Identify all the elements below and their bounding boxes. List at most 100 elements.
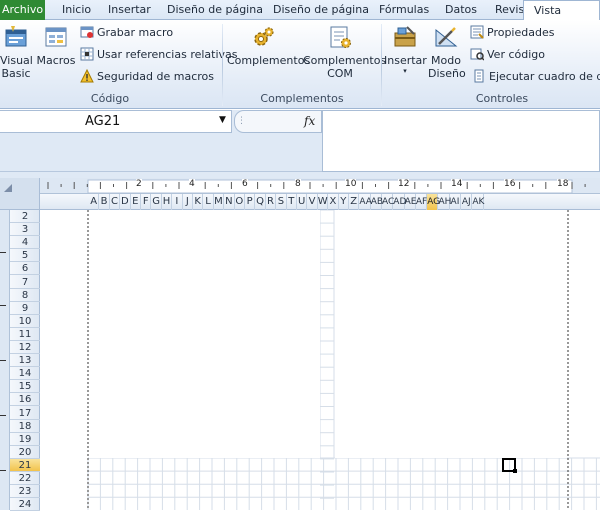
row-header-12[interactable]: 12 — [10, 341, 40, 354]
row-header-6[interactable]: 6 — [10, 262, 40, 276]
design-mode-button[interactable]: Modo Diseño — [428, 24, 466, 80]
addins-button[interactable]: Complementos — [227, 24, 310, 67]
column-header-h[interactable]: H — [162, 194, 173, 210]
column-header-d[interactable]: D — [120, 194, 131, 210]
column-header-t[interactable]: T — [287, 194, 297, 210]
column-header-ag[interactable]: AG — [427, 194, 440, 210]
column-header-p[interactable]: P — [245, 194, 256, 210]
row-header-5[interactable]: 5 — [10, 249, 40, 263]
column-header-af[interactable]: AF — [416, 194, 427, 210]
tab-view[interactable]: Vista — [523, 0, 600, 21]
vertical-ruler-tick — [0, 470, 6, 471]
toolbox-icon — [392, 24, 418, 50]
column-header-ah[interactable]: AH — [439, 194, 451, 210]
column-header-u[interactable]: U — [297, 194, 308, 210]
row-header-10[interactable]: 10 — [10, 315, 40, 328]
tab-formulas[interactable]: Fórmulas — [379, 0, 429, 20]
column-header-o[interactable]: O — [235, 194, 245, 210]
collapse-handle-icon[interactable]: ⋮ — [237, 116, 246, 126]
row-header-7[interactable]: 7 — [10, 276, 40, 289]
column-header-m[interactable]: M — [214, 194, 225, 210]
tab-insert[interactable]: Insertar — [108, 0, 151, 20]
gear-icon — [250, 24, 276, 50]
column-header: A B C D E F G H I J K L M N O P Q R S T U V W X Y Z AA AB AC AD AE AF AG… — [40, 194, 600, 210]
row-header-11[interactable]: 11 — [10, 328, 40, 341]
fill-handle[interactable] — [513, 469, 517, 473]
column-header-aa[interactable]: AA — [359, 194, 372, 210]
column-header-g[interactable]: G — [151, 194, 162, 210]
tab-home[interactable]: Inicio — [62, 0, 91, 20]
tab-page-layout-2[interactable]: Diseño de página — [273, 0, 369, 20]
macro-security-label: Seguridad de macros — [97, 70, 214, 83]
code-group-label: Código — [90, 92, 130, 105]
column-header-ad[interactable]: AD — [393, 194, 406, 210]
column-header-x[interactable]: X — [328, 194, 339, 210]
macros-button[interactable]: Macros — [36, 24, 76, 67]
column-header-ab[interactable]: AB — [371, 194, 383, 210]
row-header-18[interactable]: 18 — [10, 420, 40, 433]
column-header-b[interactable]: B — [99, 194, 110, 210]
column-header-ak[interactable]: AK — [472, 194, 484, 210]
column-header-q[interactable]: Q — [255, 194, 266, 210]
select-all-corner[interactable] — [0, 178, 40, 210]
tab-data[interactable]: Datos — [445, 0, 477, 20]
row-header-21[interactable]: 21 — [10, 458, 40, 472]
row-header-9[interactable]: 9 — [10, 302, 40, 315]
row-header-16[interactable]: 16 — [10, 393, 40, 407]
com-addins-button[interactable]: Complementos COM — [303, 24, 386, 80]
column-header-ac[interactable]: AC — [382, 194, 394, 210]
column-header-ae[interactable]: AE — [405, 194, 416, 210]
row-header-24[interactable]: 24 — [10, 498, 40, 511]
formula-input[interactable] — [322, 110, 600, 172]
row-header-3[interactable]: 3 — [10, 223, 40, 237]
row-header-14[interactable]: 14 — [10, 367, 40, 381]
row-header-22[interactable]: 22 — [10, 472, 40, 485]
row-header-8[interactable]: 8 — [10, 289, 40, 302]
column-header-n[interactable]: N — [224, 194, 235, 210]
macros-icon — [43, 24, 69, 50]
run-dialog-button[interactable]: Ejecutar cuadro de diálo — [472, 68, 600, 86]
column-header-f[interactable]: F — [141, 194, 152, 210]
column-header-l[interactable]: L — [203, 194, 214, 210]
column-header-i[interactable]: I — [172, 194, 183, 210]
row-header-2[interactable]: 2 — [10, 210, 40, 223]
column-header-c[interactable]: C — [110, 194, 121, 210]
column-header-k[interactable]: K — [193, 194, 204, 210]
relative-references-button[interactable]: Usar referencias relativas — [80, 46, 238, 64]
macro-security-button[interactable]: Seguridad de macros — [80, 68, 214, 86]
view-code-button[interactable]: Ver código — [470, 46, 545, 64]
column-header-z[interactable]: Z — [349, 194, 360, 210]
properties-icon — [470, 25, 484, 39]
record-macro-button[interactable]: Grabar macro — [80, 24, 173, 42]
column-header-y[interactable]: Y — [339, 194, 349, 210]
column-header-aj[interactable]: AJ — [461, 194, 473, 210]
ruler-mark: 2 — [136, 179, 142, 189]
insert-function-icon[interactable]: fx — [304, 114, 315, 128]
worksheet-grid[interactable] — [40, 210, 600, 510]
chevron-down-icon[interactable]: ▼ — [219, 115, 226, 125]
column-header-a[interactable]: A — [89, 194, 100, 210]
row-header-23[interactable]: 23 — [10, 485, 40, 499]
row-header-17[interactable]: 17 — [10, 407, 40, 420]
column-header-s[interactable]: S — [276, 194, 287, 210]
name-box[interactable]: AG21 ▼ — [0, 110, 232, 133]
row-header-19[interactable]: 19 — [10, 433, 40, 446]
column-header-ai[interactable]: AI — [450, 194, 462, 210]
tab-page-layout[interactable]: Diseño de página — [167, 0, 263, 20]
insert-control-button[interactable]: Insertar ▾ — [384, 24, 427, 75]
column-header-e[interactable]: E — [131, 194, 141, 210]
properties-button[interactable]: Propiedades — [470, 24, 554, 42]
column-header-j[interactable]: J — [183, 194, 193, 210]
design-mode-label: Modo Diseño — [428, 54, 466, 80]
column-header-v[interactable]: V — [307, 194, 318, 210]
row-header-4[interactable]: 4 — [10, 236, 40, 250]
visual-basic-button[interactable]: Visual Basic — [0, 24, 33, 80]
tab-file[interactable]: Archivo — [0, 0, 45, 20]
row-header-20[interactable]: 20 — [10, 446, 40, 459]
formula-bar-area: AG21 ▼ ⋮ fx — [0, 110, 600, 172]
column-header-w[interactable]: W — [318, 194, 329, 210]
column-header-r[interactable]: R — [266, 194, 277, 210]
row-header-13[interactable]: 13 — [10, 354, 40, 368]
row-header-15[interactable]: 15 — [10, 380, 40, 394]
dropdown-arrow-icon: ▾ — [403, 67, 407, 75]
